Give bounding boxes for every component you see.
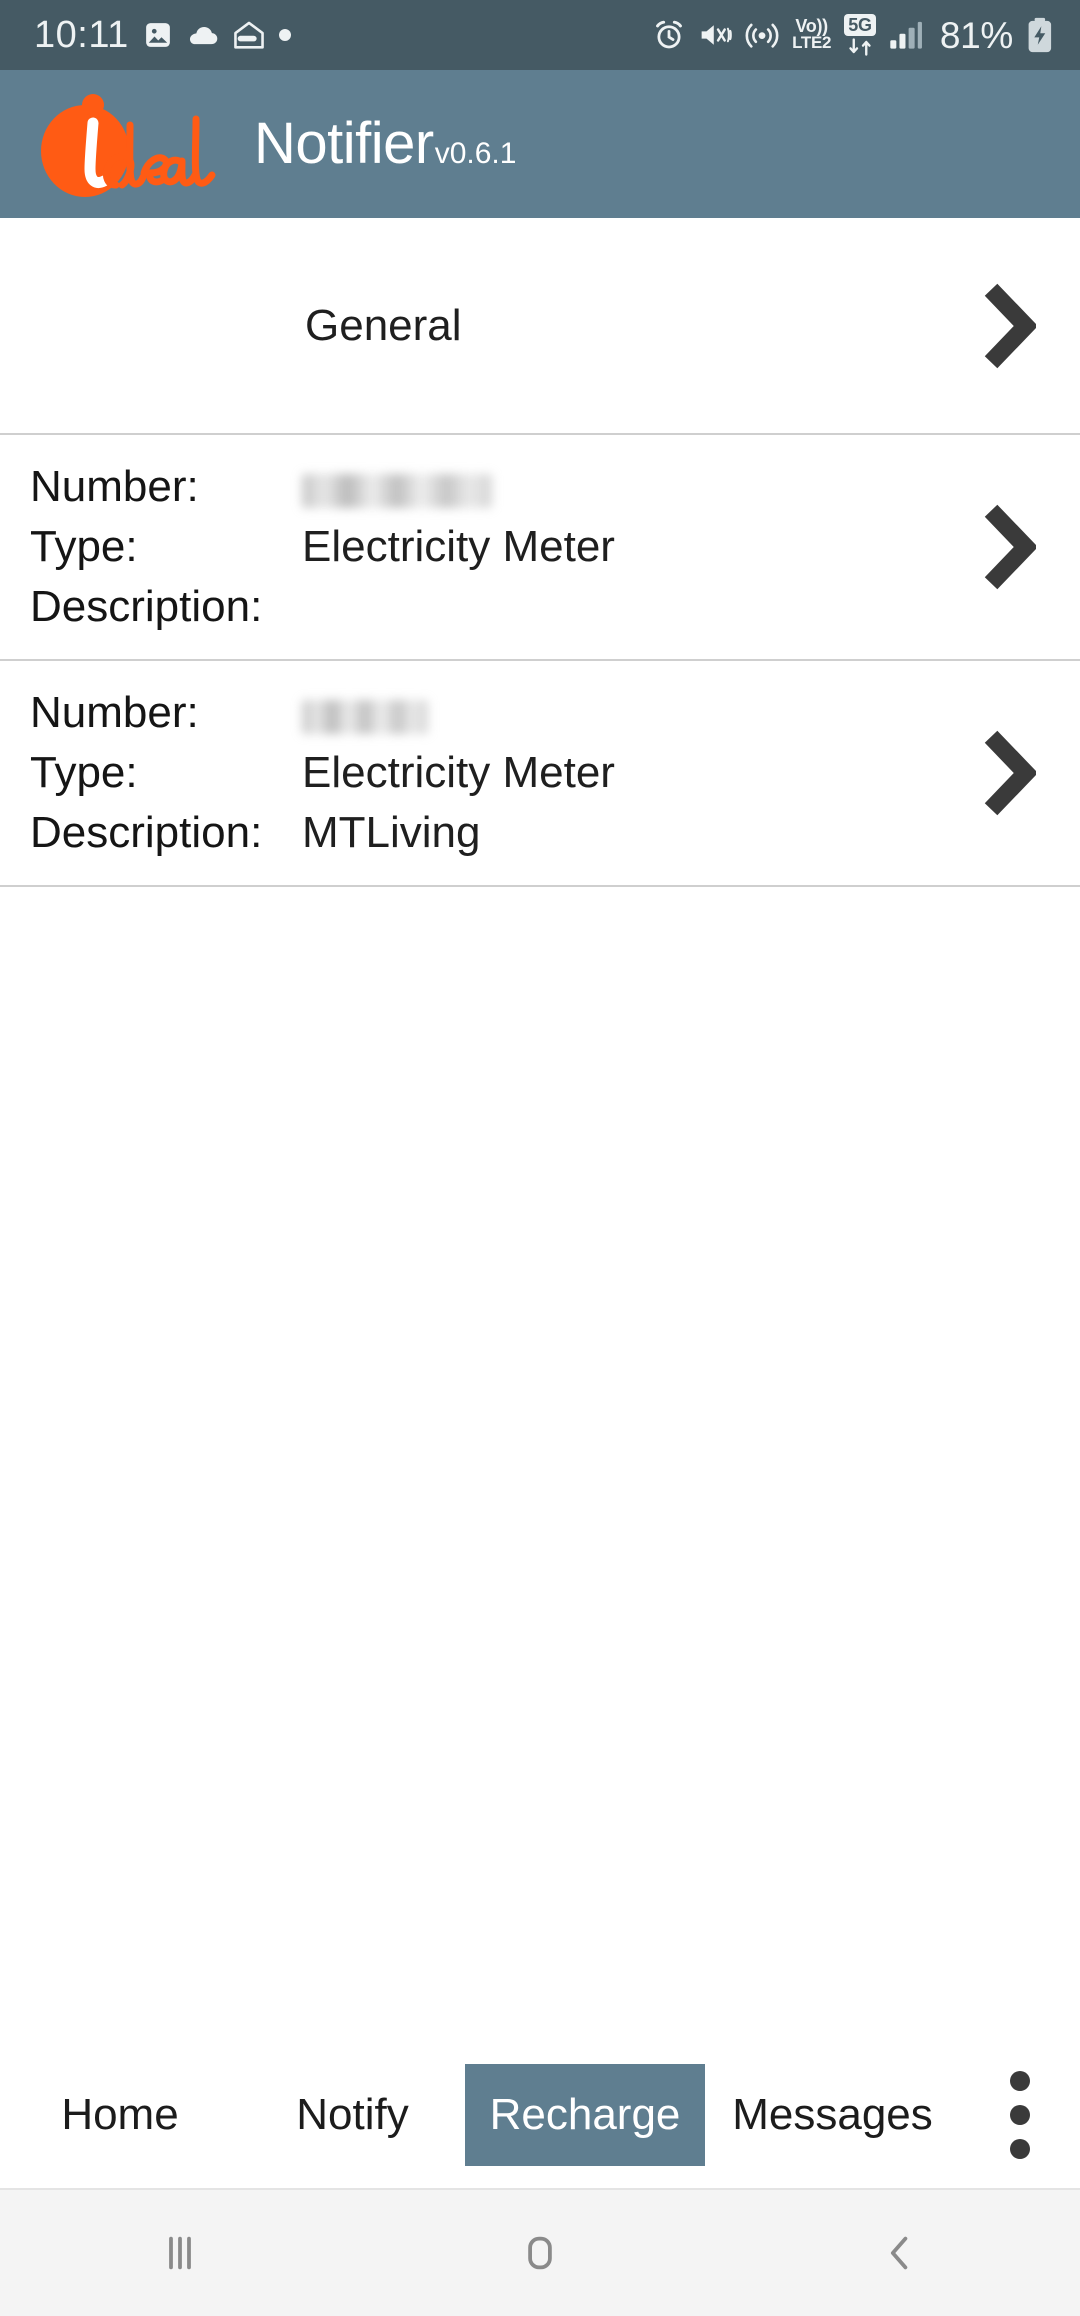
redacted-number [302,700,428,735]
overflow-dot [1010,2139,1030,2159]
battery-charging-icon [1026,17,1054,53]
hotspot-icon [745,19,779,51]
tab-home[interactable]: Home [0,2042,240,2188]
ideal-logo-icon [30,89,230,199]
cloud-icon [187,22,219,48]
tab-notify[interactable]: Notify [240,2042,465,2188]
status-bar-right: Vo)) LTE2 5G 81% [653,14,1054,56]
field-label-description: Description: [30,808,263,858]
field-label-number: Number: [30,461,199,511]
alarm-icon [653,19,685,51]
general-row-label: General [305,300,462,350]
overflow-dot [1010,2105,1030,2125]
volte-line2: LTE2 [792,33,832,53]
field-value-description: MTLiving [302,808,481,858]
dot-icon [278,29,291,41]
meter-list: General Number: Type: Electricity Meter … [0,218,1080,2042]
app-title-group: Notifier v0.6.1 [254,115,516,173]
chevron-right-icon[interactable] [978,282,1036,370]
field-label-type: Type: [30,521,138,571]
meter-fields: Number: Type: Electricity Meter Descript… [0,687,958,858]
field-value-type: Electricity Meter [302,747,615,797]
status-bar-left: 10:11 [34,16,291,54]
phone-screen: 10:11 Vo)) LTE2 5G 81% Notifier v0.6.1 G… [0,0,1080,2316]
field-label-description: Description: [30,582,263,632]
recents-icon[interactable] [0,2190,360,2316]
signal-bars-icon [889,20,923,50]
mute-vibrate-icon [698,20,732,50]
mail-open-icon [233,20,265,50]
tab-messages[interactable]: Messages [705,2042,960,2188]
app-version-label: v0.6.1 [434,137,517,170]
list-item-general[interactable]: General [0,218,1080,435]
field-label-number: Number: [30,687,199,737]
field-value-description [302,584,958,630]
field-label-type: Type: [30,747,138,797]
home-icon[interactable] [360,2190,720,2316]
app-header: Notifier v0.6.1 [0,70,1080,218]
chevron-right-icon[interactable] [978,729,1036,817]
5g-badge: 5G [844,14,876,36]
status-bar-clock: 10:11 [34,14,129,56]
battery-percent-label: 81% [939,14,1013,56]
field-value-type: Electricity Meter [302,521,615,571]
back-icon[interactable] [720,2190,1080,2316]
more-vertical-icon[interactable] [960,2042,1080,2188]
status-bar: 10:11 Vo)) LTE2 5G 81% [0,0,1080,70]
redacted-number [302,474,492,509]
chevron-right-icon[interactable] [978,503,1036,591]
meter-fields: Number: Type: Electricity Meter Descript… [0,461,958,632]
5g-data-icon: 5G [844,14,876,56]
list-item-meter[interactable]: Number: Type: Electricity Meter Descript… [0,661,1080,887]
android-nav-bar [0,2190,1080,2316]
list-item-meter[interactable]: Number: Type: Electricity Meter Descript… [0,435,1080,661]
image-icon [143,20,173,50]
bottom-tab-bar: Home Notify Recharge Messages [0,2042,1080,2190]
volte-icon: Vo)) LTE2 [792,17,832,53]
field-value-number [302,464,958,510]
tab-recharge[interactable]: Recharge [465,2064,705,2166]
field-value-number [302,690,958,736]
overflow-dot [1010,2071,1030,2091]
app-title: Notifier [254,111,434,176]
